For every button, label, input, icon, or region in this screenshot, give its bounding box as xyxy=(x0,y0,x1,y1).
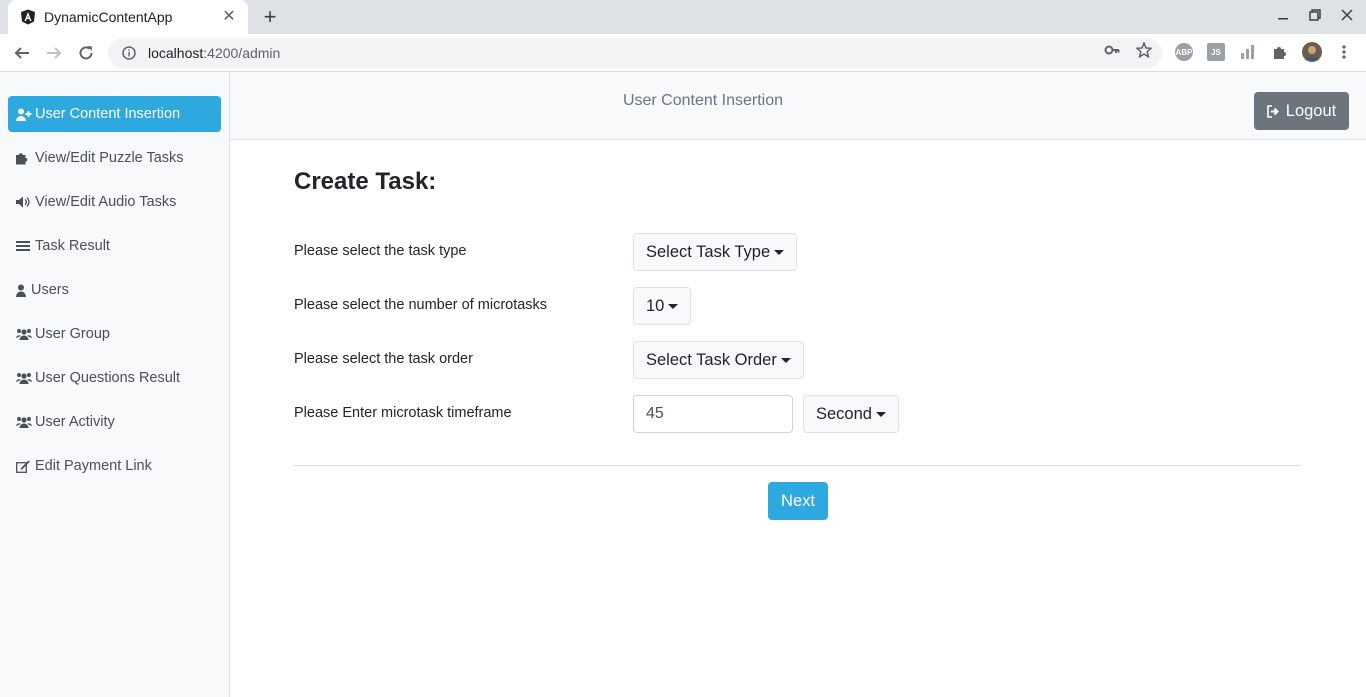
star-icon[interactable] xyxy=(1135,41,1153,59)
browser-menu-icon[interactable] xyxy=(1335,43,1353,61)
sidebar-item-edit-payment-link[interactable]: Edit Payment Link xyxy=(8,448,221,484)
caret-down-icon xyxy=(875,411,886,417)
timeframe-unit-value: Second xyxy=(816,404,872,423)
form-divider xyxy=(294,465,1302,466)
sidebar-item-user-activity[interactable]: User Activity xyxy=(8,404,221,440)
sidebar-item-label: View/Edit Puzzle Tasks xyxy=(35,150,184,166)
angular-favicon-icon xyxy=(20,9,36,25)
reload-icon[interactable] xyxy=(73,40,99,66)
timeframe-label: Please Enter microtask timeframe xyxy=(294,405,512,421)
user-icon xyxy=(16,283,28,297)
tab-title: DynamicContentApp xyxy=(44,9,173,25)
page-title: User Content Insertion xyxy=(622,92,784,109)
puzzle-icon xyxy=(16,151,32,165)
microtasks-label: Please select the number of microtasks xyxy=(294,297,548,313)
forward-icon[interactable] xyxy=(41,40,67,66)
extensions-puzzle-icon[interactable] xyxy=(1271,43,1289,61)
logout-button[interactable]: Logout xyxy=(1254,92,1349,130)
sidebar-item-task-result[interactable]: Task Result xyxy=(8,228,221,264)
sidebar-item-label: Task Result xyxy=(35,238,110,254)
logout-label: Logout xyxy=(1285,101,1337,120)
close-window-icon[interactable] xyxy=(1337,8,1357,24)
sidebar-item-puzzle-tasks[interactable]: View/Edit Puzzle Tasks xyxy=(8,140,221,176)
page-header: User Content Insertion Logout xyxy=(230,72,1366,140)
sidebar-item-label: Users xyxy=(31,282,69,298)
address-bar[interactable]: localhost:4200/admin xyxy=(108,38,1162,68)
timeframe-input[interactable] xyxy=(633,395,793,433)
microtasks-value: 10 xyxy=(646,296,665,315)
users-icon xyxy=(16,327,32,341)
browser-toolbar: localhost:4200/admin xyxy=(0,34,1366,72)
sidebar-item-user-content-insertion[interactable]: User Content Insertion xyxy=(8,96,221,132)
sidebar-item-label: Edit Payment Link xyxy=(35,458,152,474)
caret-down-icon xyxy=(774,249,785,255)
task-order-value: Select Task Order xyxy=(646,350,777,369)
tab-close-icon[interactable]: ✕ xyxy=(220,8,238,26)
sidebar-item-users[interactable]: Users xyxy=(8,272,221,308)
sidebar-item-label: User Content Insertion xyxy=(35,106,181,122)
sidebar-item-label: User Questions Result xyxy=(35,370,181,386)
restore-icon[interactable] xyxy=(1305,8,1325,24)
timeframe-unit-dropdown[interactable]: Second xyxy=(803,395,899,433)
url-path: :4200/admin xyxy=(203,45,281,61)
task-order-label: Please select the task order xyxy=(294,351,473,367)
sign-out-icon xyxy=(1266,104,1281,118)
users-icon xyxy=(16,371,32,385)
sidebar: User Content Insertion View/Edit Puzzle … xyxy=(0,72,230,697)
browser-tab[interactable]: DynamicContentApp ✕ xyxy=(8,0,248,34)
back-icon[interactable] xyxy=(9,40,35,66)
task-type-label: Please select the task type xyxy=(294,243,467,259)
form-title: Create Task: xyxy=(294,168,437,195)
task-type-dropdown[interactable]: Select Task Type xyxy=(633,233,798,271)
users-icon xyxy=(16,415,32,429)
info-icon[interactable] xyxy=(120,44,138,62)
caret-down-icon xyxy=(668,303,679,309)
sidebar-item-label: User Activity xyxy=(35,414,115,430)
microtasks-dropdown[interactable]: 10 xyxy=(633,287,692,325)
new-tab-button[interactable]: + xyxy=(258,6,282,28)
volume-icon xyxy=(16,195,32,209)
user-plus-icon xyxy=(16,107,32,121)
next-button[interactable]: Next xyxy=(768,482,828,520)
chart-extension-icon[interactable] xyxy=(1239,43,1257,61)
sidebar-item-user-group[interactable]: User Group xyxy=(8,316,221,352)
key-icon[interactable] xyxy=(1103,41,1121,59)
sidebar-item-label: User Group xyxy=(35,326,110,342)
caret-down-icon xyxy=(780,357,791,363)
edit-icon xyxy=(16,459,32,473)
browser-tab-bar: DynamicContentApp ✕ + xyxy=(0,0,1366,34)
task-order-dropdown[interactable]: Select Task Order xyxy=(633,341,804,379)
url-host: localhost xyxy=(148,45,204,61)
sidebar-item-audio-tasks[interactable]: View/Edit Audio Tasks xyxy=(8,184,221,220)
sidebar-item-user-questions-result[interactable]: User Questions Result xyxy=(8,360,221,396)
adblock-extension-icon[interactable]: ABP xyxy=(1175,43,1193,61)
sidebar-item-label: View/Edit Audio Tasks xyxy=(35,194,177,210)
minimize-icon[interactable] xyxy=(1273,8,1293,24)
task-type-value: Select Task Type xyxy=(646,242,771,261)
list-icon xyxy=(16,239,32,253)
profile-avatar[interactable] xyxy=(1302,42,1322,62)
js-extension-icon[interactable]: JS xyxy=(1207,43,1225,61)
